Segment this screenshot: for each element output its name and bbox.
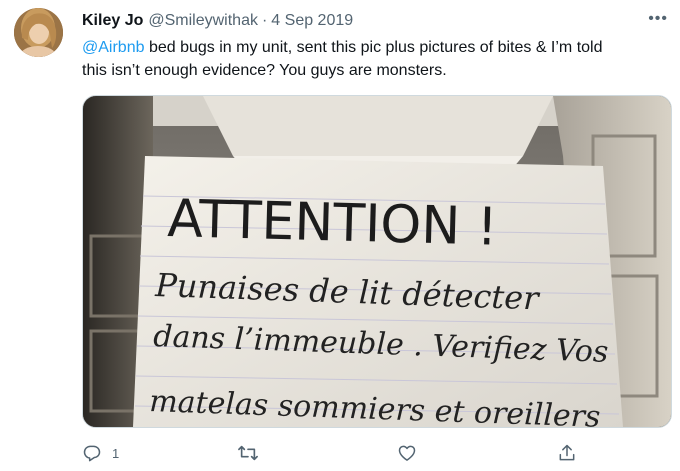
author-handle[interactable]: @Smileywithak xyxy=(148,12,258,30)
share-icon xyxy=(557,443,577,463)
tweet-photo[interactable]: ATTENTION ! Punaises de lit détecter dan… xyxy=(82,95,672,428)
tweet-text: @Airbnb bed bugs in my unit, sent this p… xyxy=(82,36,662,82)
tweet-header: Kiley Jo @Smileywithak · 4 Sep 2019 xyxy=(82,10,664,32)
author-name[interactable]: Kiley Jo xyxy=(82,12,143,30)
more-options-icon[interactable]: ••• xyxy=(648,10,668,28)
reply-icon xyxy=(82,443,102,463)
tweet-action-bar: 1 xyxy=(82,440,642,466)
reply-button[interactable]: 1 xyxy=(82,443,119,463)
like-button[interactable] xyxy=(397,443,417,463)
mention-link[interactable]: @Airbnb xyxy=(82,39,145,56)
share-button[interactable] xyxy=(557,443,577,463)
retweet-button[interactable] xyxy=(237,443,259,463)
author-avatar[interactable] xyxy=(14,8,63,57)
tweet-text-line1: bed bugs in my unit, sent this pic plus … xyxy=(144,39,603,56)
reply-count: 1 xyxy=(112,445,120,461)
tweet-date[interactable]: 4 Sep 2019 xyxy=(271,12,353,30)
header-separator: · xyxy=(261,12,268,29)
like-icon xyxy=(397,443,417,463)
retweet-icon xyxy=(237,443,259,463)
sign-line-1: ATTENTION ! xyxy=(167,189,499,258)
tweet-text-line2: this isn’t enough evidence? You guys are… xyxy=(82,62,447,79)
